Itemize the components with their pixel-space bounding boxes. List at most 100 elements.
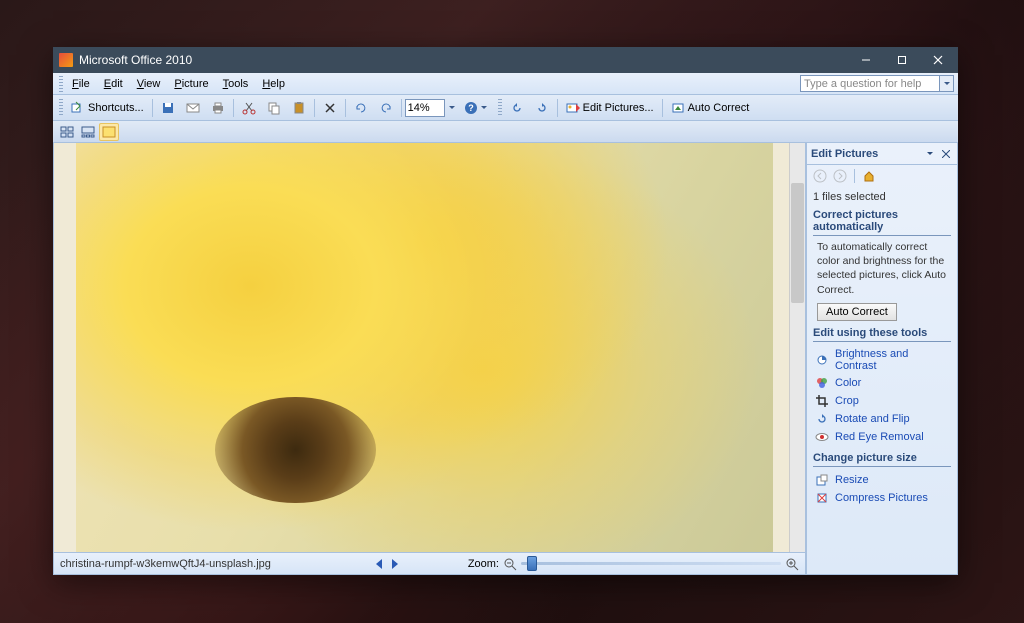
prev-image-button[interactable] <box>372 557 386 571</box>
menu-view[interactable]: View <box>130 76 168 92</box>
zoom-slider-thumb[interactable] <box>527 556 537 571</box>
auto-correct-description: To automatically correct color and brigh… <box>813 240 951 297</box>
paste-icon <box>292 101 306 115</box>
next-image-button[interactable] <box>388 557 402 571</box>
paste-button[interactable] <box>287 98 311 118</box>
canvas-area: christina-rumpf-w3kemwQftJ4-unsplash.jpg… <box>53 143 806 575</box>
copy-button[interactable] <box>262 98 286 118</box>
copy-icon <box>267 101 281 115</box>
taskpane-nav <box>807 165 957 187</box>
filename-label: christina-rumpf-w3kemwQftJ4-unsplash.jpg <box>60 558 271 570</box>
menu-grip[interactable] <box>59 76 63 92</box>
zoom-controls: Zoom: <box>468 557 799 571</box>
brightness-icon <box>815 353 829 367</box>
resize-link[interactable]: Resize <box>813 471 951 489</box>
vertical-scrollbar[interactable] <box>789 143 805 552</box>
help-search-input[interactable]: Type a question for help <box>800 75 940 92</box>
redo-button[interactable] <box>374 98 398 118</box>
compress-icon <box>815 491 829 505</box>
shortcuts-icon <box>71 101 85 115</box>
workarea: christina-rumpf-w3kemwQftJ4-unsplash.jpg… <box>53 143 958 575</box>
auto-correct-icon <box>671 101 685 115</box>
image-viewport[interactable] <box>54 143 805 552</box>
taskpane-body: 1 files selected Correct pictures automa… <box>807 187 957 574</box>
rotate-left-button[interactable] <box>505 98 529 118</box>
help-icon: ? <box>464 101 478 115</box>
compress-link[interactable]: Compress Pictures <box>813 489 951 507</box>
taskpane-menu-button[interactable] <box>923 147 937 161</box>
app-icon <box>59 53 73 67</box>
taskpane-close-button[interactable] <box>939 147 953 161</box>
crop-icon <box>815 394 829 408</box>
red-eye-link[interactable]: Red Eye Removal <box>813 428 951 446</box>
brightness-contrast-link[interactable]: Brightness and Contrast <box>813 346 951 374</box>
displayed-image <box>76 143 773 552</box>
rotate-icon <box>815 412 829 426</box>
taskpane-title: Edit Pictures <box>811 148 921 160</box>
zoom-slider[interactable] <box>521 562 781 565</box>
toolbar-grip-2[interactable] <box>498 99 502 117</box>
rotate-left-icon <box>510 101 524 115</box>
scroll-thumb[interactable] <box>791 183 804 303</box>
nav-controls <box>372 557 402 571</box>
crop-link[interactable]: Crop <box>813 392 951 410</box>
taskpane-forward-button[interactable] <box>831 167 849 185</box>
app-window: Microsoft Office 2010 File Edit View Pic… <box>53 47 958 575</box>
redo-icon <box>379 101 393 115</box>
help-button[interactable]: ? <box>459 98 493 118</box>
zoom-input[interactable] <box>405 99 445 117</box>
resize-icon <box>815 473 829 487</box>
print-button[interactable] <box>206 98 230 118</box>
menu-file[interactable]: File <box>65 76 97 92</box>
toolbar-grip-1[interactable] <box>59 99 63 117</box>
close-button[interactable] <box>920 47 956 73</box>
cut-button[interactable] <box>237 98 261 118</box>
cut-icon <box>242 101 256 115</box>
menubar: File Edit View Picture Tools Help Type a… <box>53 73 958 95</box>
auto-correct-button[interactable]: Auto Correct <box>817 303 897 321</box>
mail-button[interactable] <box>181 98 205 118</box>
shortcuts-button[interactable]: Shortcuts... <box>66 98 149 118</box>
auto-correct-section-title: Correct pictures automatically <box>813 209 951 236</box>
delete-button[interactable] <box>318 98 342 118</box>
rotate-right-button[interactable] <box>530 98 554 118</box>
change-size-section-title: Change picture size <box>813 452 951 467</box>
edit-pictures-icon <box>566 101 580 115</box>
window-title: Microsoft Office 2010 <box>79 53 848 67</box>
rotate-flip-link[interactable]: Rotate and Flip <box>813 410 951 428</box>
taskpane-header: Edit Pictures <box>807 143 957 165</box>
view-thumbnail-button[interactable] <box>57 123 77 141</box>
view-filmstrip-button[interactable] <box>78 123 98 141</box>
zoom-dropdown-button[interactable] <box>446 98 458 118</box>
taskpane-back-button[interactable] <box>811 167 829 185</box>
view-single-button[interactable] <box>99 123 119 141</box>
color-icon <box>815 376 829 390</box>
maximize-button[interactable] <box>884 47 920 73</box>
red-eye-icon <box>815 430 829 444</box>
save-icon <box>161 101 175 115</box>
delete-icon <box>323 101 337 115</box>
menu-help[interactable]: Help <box>255 76 292 92</box>
menu-edit[interactable]: Edit <box>97 76 130 92</box>
menu-tools[interactable]: Tools <box>216 76 256 92</box>
taskpane-home-button[interactable] <box>860 167 878 185</box>
edit-tools-section-title: Edit using these tools <box>813 327 951 342</box>
save-button[interactable] <box>156 98 180 118</box>
edit-pictures-button[interactable]: Edit Pictures... <box>561 98 659 118</box>
help-dropdown-button[interactable] <box>940 75 954 92</box>
zoom-in-icon[interactable] <box>785 557 799 571</box>
statusbar: christina-rumpf-w3kemwQftJ4-unsplash.jpg… <box>54 552 805 574</box>
zoom-out-icon[interactable] <box>503 557 517 571</box>
svg-text:?: ? <box>468 103 474 113</box>
undo-button[interactable] <box>349 98 373 118</box>
mail-icon <box>186 101 200 115</box>
minimize-button[interactable] <box>848 47 884 73</box>
undo-icon <box>354 101 368 115</box>
print-icon <box>211 101 225 115</box>
auto-correct-toolbar-button[interactable]: Auto Correct <box>666 98 755 118</box>
taskpane: Edit Pictures 1 files selected Correct p… <box>806 143 958 575</box>
window-controls <box>848 47 956 73</box>
menu-picture[interactable]: Picture <box>167 76 215 92</box>
color-link[interactable]: Color <box>813 374 951 392</box>
toolbar: Shortcuts... ? Edit Pictures... Auto Cor… <box>53 95 958 121</box>
